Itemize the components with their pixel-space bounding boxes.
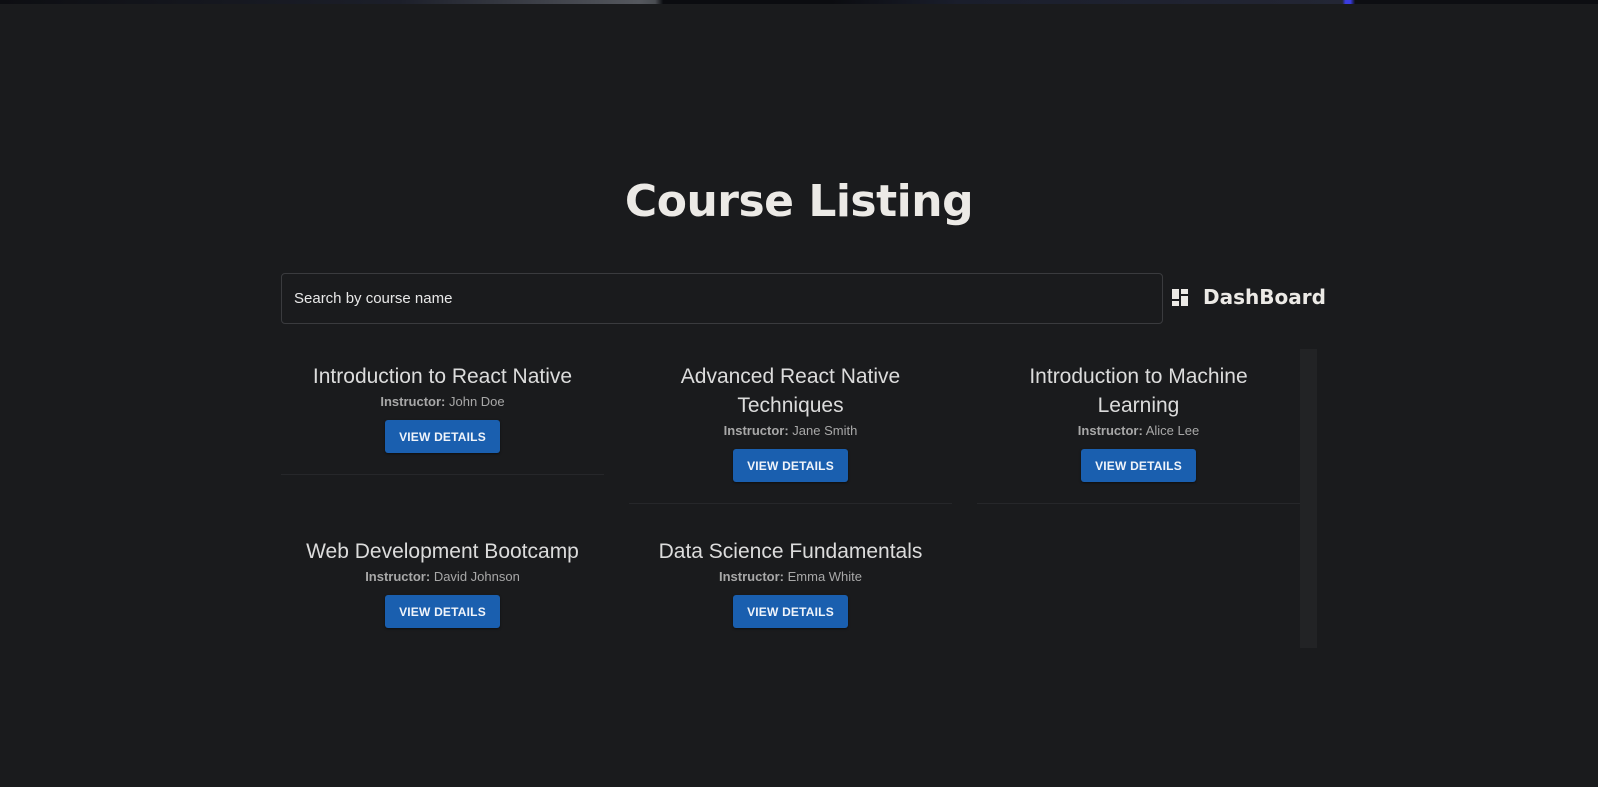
view-details-button[interactable]: VIEW DETAILS [733,449,848,482]
top-browser-strip [0,0,1598,4]
card-divider [629,503,952,504]
instructor-label: Instructor: [723,423,789,438]
course-card: Data Science Fundamentals Instructor: Em… [629,523,952,628]
view-details-button[interactable]: VIEW DETAILS [385,420,500,453]
dashboard-icon [1172,288,1189,306]
card-divider [281,474,604,475]
course-title: Web Development Bootcamp [306,540,579,563]
course-instructor: Instructor: John Doe [281,394,604,410]
course-title: Introduction to React Native [312,365,573,388]
course-instructor: Instructor: Alice Lee [977,423,1300,439]
instructor-name: Jane Smith [792,423,858,438]
course-card: Introduction to React Native Instructor:… [281,348,604,475]
card-divider [977,503,1300,504]
course-card: Advanced React Native Techniques Instruc… [629,348,952,504]
course-card: Web Development Bootcamp Instructor: Dav… [281,523,604,628]
view-details-button[interactable]: VIEW DETAILS [733,595,848,628]
dashboard-link[interactable]: DashBoard [1172,282,1326,312]
course-instructor: Instructor: Emma White [629,569,952,585]
course-card: Introduction to Machine Learning Instruc… [977,348,1300,504]
instructor-label: Instructor: [380,394,446,409]
course-instructor: Instructor: David Johnson [281,569,604,585]
course-grid: Introduction to React Native Instructor:… [281,348,1317,648]
instructor-name: Alice Lee [1145,423,1200,438]
view-details-button[interactable]: VIEW DETAILS [385,595,500,628]
instructor-name: Emma White [787,569,863,584]
course-title: Introduction to Machine Learning [1029,365,1248,417]
search-input[interactable] [282,274,1162,323]
course-title: Data Science Fundamentals [658,540,923,563]
instructor-label: Instructor: [1077,423,1143,438]
search-box[interactable] [281,273,1163,324]
instructor-name: John Doe [448,394,505,409]
course-instructor: Instructor: Jane Smith [629,423,952,439]
course-title: Advanced React Native Techniques [680,365,901,417]
instructor-label: Instructor: [365,569,431,584]
page-title: Course Listing [624,176,974,227]
instructor-name: David Johnson [433,569,520,584]
view-details-button[interactable]: VIEW DETAILS [1081,449,1196,482]
instructor-label: Instructor: [718,569,784,584]
dashboard-label: DashBoard [1203,285,1326,309]
